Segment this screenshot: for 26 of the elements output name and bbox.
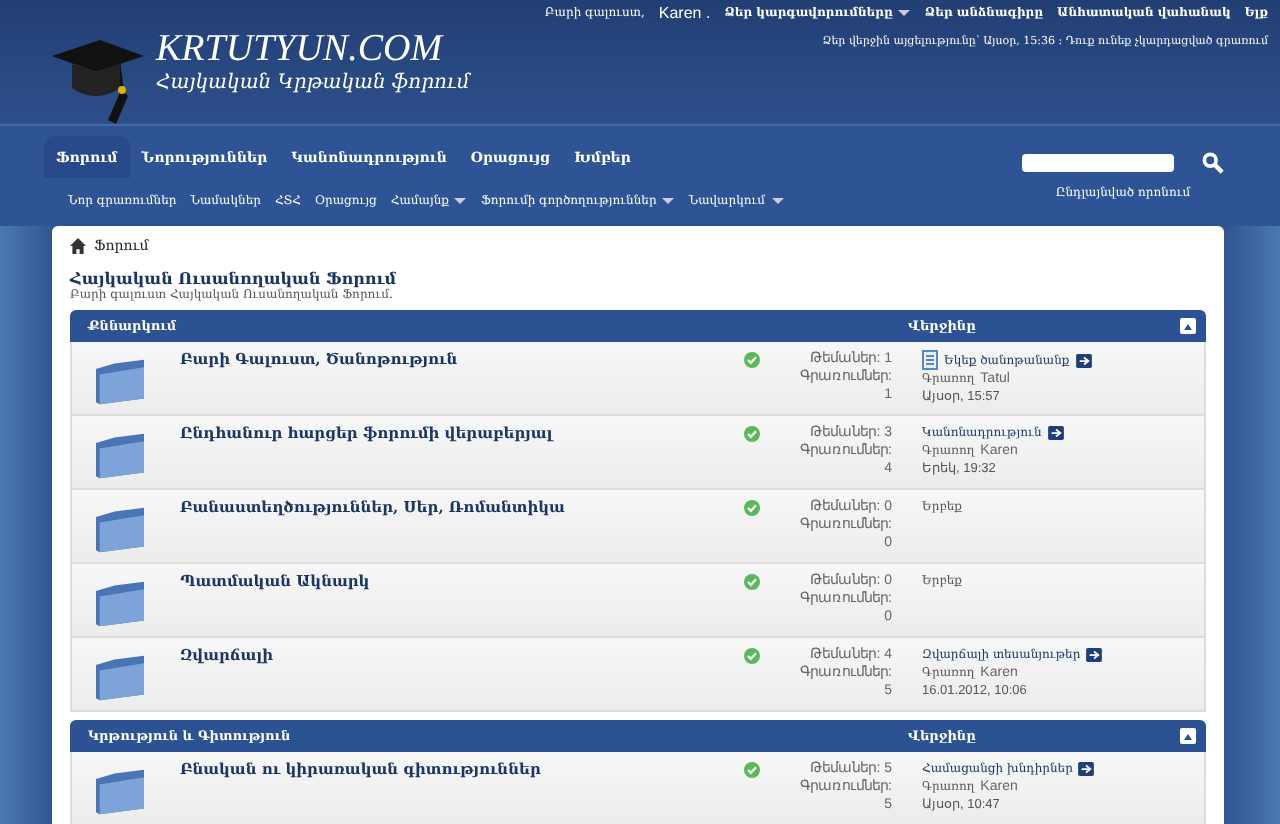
folder-icon [92, 580, 148, 628]
check-icon [744, 352, 760, 368]
go-arrow-icon[interactable] [1047, 426, 1064, 440]
username-text: Karen . [658, 4, 711, 22]
folder-icon [92, 654, 148, 702]
site-name[interactable]: KRTUTYUN.COM [156, 28, 470, 72]
site-tagline: Հայկական Կրթական ֆորում [156, 72, 470, 94]
check-icon [744, 762, 760, 778]
folder-icon [92, 358, 148, 406]
collapse-icon[interactable] [1180, 318, 1196, 334]
check-icon [744, 574, 760, 590]
go-arrow-icon[interactable] [1086, 648, 1103, 662]
check-icon [744, 426, 760, 442]
forum-title: Հայկական Ուսանողական Ֆորում [70, 268, 399, 288]
home-icon[interactable] [70, 238, 86, 254]
search-field[interactable] [1022, 154, 1174, 172]
go-arrow-icon[interactable] [1075, 353, 1092, 367]
folder-icon [92, 768, 148, 816]
search-icon[interactable] [1202, 152, 1224, 174]
collapse-icon[interactable] [1180, 728, 1196, 744]
folder-icon [92, 432, 148, 480]
folder-icon [92, 506, 148, 554]
caret-icon [898, 9, 911, 16]
check-icon [744, 500, 760, 516]
check-icon [744, 648, 760, 664]
go-arrow-icon[interactable] [1078, 762, 1095, 776]
